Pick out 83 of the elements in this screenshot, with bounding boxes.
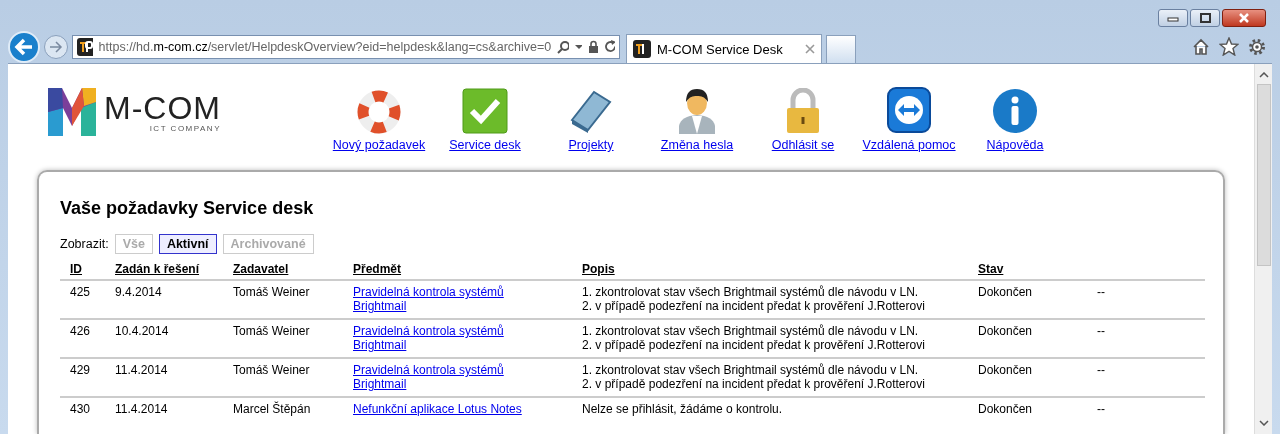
subject-link[interactable]: Pravidelná kontrola systémů Brightmail bbox=[353, 363, 549, 391]
address-bar[interactable]: https://hd.m-com.cz/servlet/HelpdeskOverview?eid=helpdesk&lang=cs&archive=0 bbox=[72, 34, 620, 59]
subject-link[interactable]: Pravidelná kontrola systémů Brightmail bbox=[353, 285, 549, 313]
table-cell: 11.4.2014 bbox=[115, 402, 168, 416]
checkmark-icon[interactable] bbox=[462, 88, 508, 134]
nav-link[interactable]: Odhlásit se bbox=[771, 138, 835, 152]
table-cell: Tomáš Weiner bbox=[233, 285, 310, 299]
nav-link[interactable]: Nový požadavek bbox=[332, 138, 426, 152]
nav-link[interactable]: Projekty bbox=[568, 138, 614, 152]
table-cell: 9.4.2014 bbox=[115, 285, 162, 299]
table-cell: 11.4.2014 bbox=[115, 363, 168, 377]
table-cell: 426 bbox=[70, 324, 91, 338]
description-line: Nelze se přihlásit, žádáme o kontrolu. bbox=[582, 402, 784, 416]
description-line: 1. zkontrolovat stav všech Brightmail systémů dle návodu v LN. bbox=[582, 363, 920, 377]
logo-tagline: ICT COMPANY bbox=[149, 123, 221, 133]
browser-tab[interactable]: M-COM Service Desk bbox=[626, 34, 822, 63]
column-header-link[interactable]: Popis bbox=[582, 262, 615, 276]
table-cell: 430 bbox=[70, 402, 91, 416]
star-icon[interactable] bbox=[1219, 37, 1239, 56]
url-text: https://hd.m-com.cz/servlet/HelpdeskOverview?eid=helpdesk&lang=cs&archive=0 bbox=[98, 39, 552, 54]
lock-icon bbox=[588, 40, 598, 53]
table-cell: 429 bbox=[70, 363, 91, 377]
table-cell: Marcel Štěpán bbox=[233, 402, 311, 416]
subject-link[interactable]: Nefunkční aplikace Lotus Notes bbox=[353, 402, 549, 416]
logo-icon bbox=[48, 88, 96, 136]
table-cell: -- bbox=[1097, 285, 1105, 299]
tab-title: M-COM Service Desk bbox=[657, 41, 784, 57]
table-cell: Tomáš Weiner bbox=[233, 324, 310, 338]
info-icon[interactable] bbox=[992, 88, 1038, 134]
restore-icon bbox=[1199, 13, 1211, 23]
description-line: 2. v případě podezření na incident předat k prověření J.Rotterovi bbox=[582, 299, 926, 313]
table-cell: Dokončen bbox=[978, 402, 1033, 416]
minimize-icon bbox=[1167, 14, 1179, 22]
column-header-link[interactable]: Předmět bbox=[353, 262, 402, 276]
table-cell: 10.4.2014 bbox=[115, 324, 169, 338]
nav-link[interactable]: Změna hesla bbox=[660, 138, 734, 152]
table-cell: -- bbox=[1097, 402, 1105, 416]
scroll-down-icon[interactable] bbox=[1258, 420, 1269, 426]
close-icon bbox=[1238, 13, 1250, 23]
table-cell: -- bbox=[1097, 363, 1105, 377]
page-title: Vaše požadavky Service desk bbox=[60, 198, 315, 219]
nav-link[interactable]: Nápověda bbox=[986, 138, 1044, 152]
search-icon[interactable] bbox=[557, 39, 570, 54]
description-line: 1. zkontrolovat stav všech Brightmail systémů dle návodu v LN. bbox=[582, 324, 920, 338]
scroll-up-icon[interactable] bbox=[1258, 72, 1269, 78]
refresh-icon[interactable] bbox=[603, 40, 615, 53]
table-cell: -- bbox=[1097, 324, 1105, 338]
scrollbar-thumb[interactable] bbox=[1256, 84, 1271, 266]
column-header-link[interactable]: Zadán k řešení bbox=[115, 262, 200, 276]
description-line: 2. v případě podezření na incident předat k prověření J.Rotterovi bbox=[582, 377, 926, 391]
remote-support-icon[interactable] bbox=[886, 86, 932, 134]
dropdown-caret-icon[interactable] bbox=[575, 43, 583, 50]
filter-button[interactable]: Aktivní bbox=[158, 234, 217, 254]
nav-link[interactable]: Vzdálená pomoc bbox=[862, 138, 956, 152]
new-tab-button[interactable] bbox=[826, 35, 856, 63]
filter-label: Zobrazit: bbox=[60, 237, 109, 251]
vertical-scrollbar[interactable] bbox=[1254, 64, 1272, 434]
column-header-link[interactable]: ID bbox=[70, 262, 82, 276]
restore-button[interactable] bbox=[1190, 9, 1220, 27]
lifebuoy-icon[interactable] bbox=[357, 90, 401, 134]
site-favicon-icon bbox=[633, 40, 651, 58]
book-icon[interactable] bbox=[568, 88, 614, 134]
back-button[interactable] bbox=[8, 30, 40, 63]
subject-link[interactable]: Pravidelná kontrola systémů Brightmail bbox=[353, 324, 549, 352]
back-arrow-icon bbox=[14, 37, 34, 56]
table-cell: Dokončen bbox=[978, 363, 1033, 377]
table-cell: 425 bbox=[70, 285, 91, 299]
close-button[interactable] bbox=[1222, 9, 1266, 27]
table-cell: Tomáš Weiner bbox=[233, 363, 310, 377]
column-header-link[interactable]: Stav bbox=[978, 262, 1004, 276]
table-cell: Dokončen bbox=[978, 324, 1033, 338]
description-line: 2. v případě podezření na incident předat k prověření J.Rotterovi bbox=[582, 338, 926, 352]
nav-link[interactable]: Service desk bbox=[449, 138, 521, 152]
forward-arrow-icon bbox=[49, 40, 63, 53]
logo-name: M-COM bbox=[104, 91, 221, 124]
user-icon[interactable] bbox=[677, 86, 717, 134]
settings-icon[interactable] bbox=[1248, 37, 1266, 56]
table-cell: Dokončen bbox=[978, 285, 1033, 299]
close-tab-icon[interactable] bbox=[805, 44, 815, 54]
site-favicon-icon bbox=[77, 37, 93, 56]
column-header-link[interactable]: Zadavatel bbox=[233, 262, 289, 276]
home-icon[interactable] bbox=[1192, 37, 1210, 56]
description-line: 1. zkontrolovat stav všech Brightmail systémů dle návodu v LN. bbox=[582, 285, 920, 299]
